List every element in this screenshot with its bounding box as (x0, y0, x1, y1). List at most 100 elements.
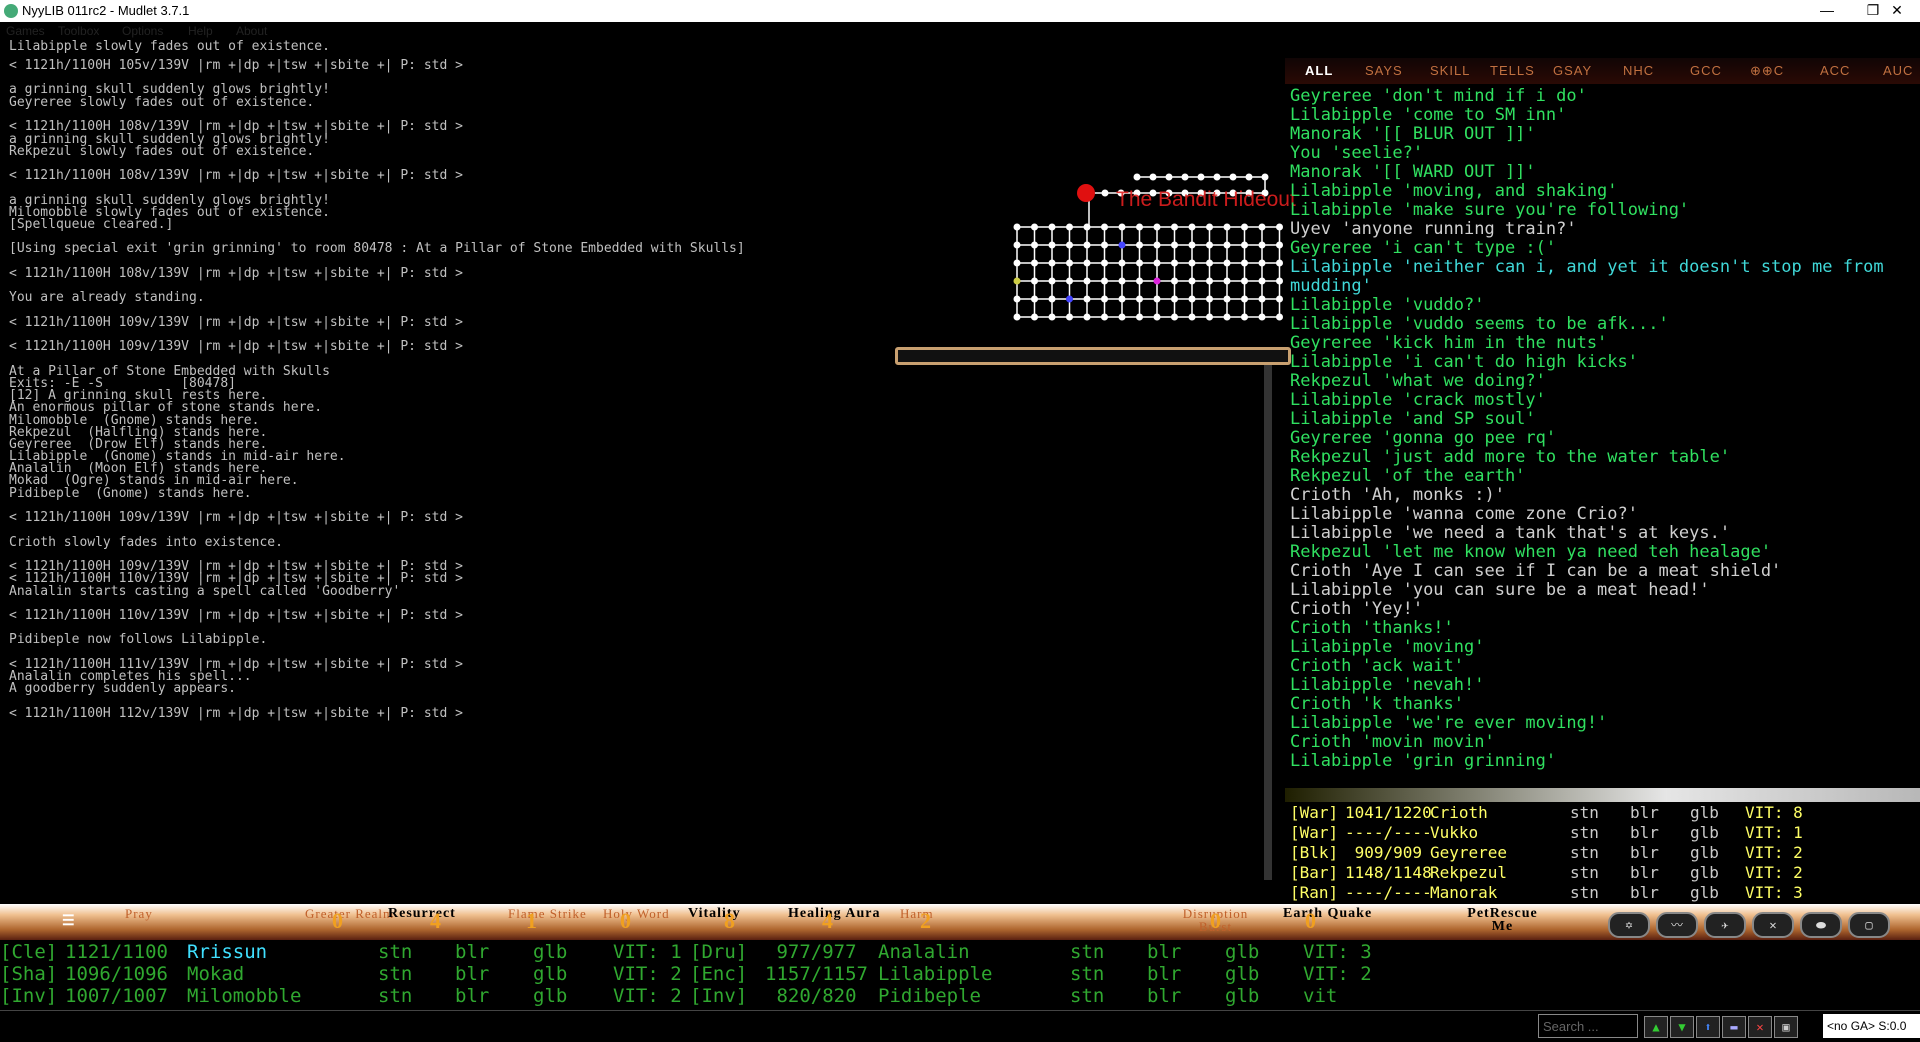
map-room[interactable] (1118, 277, 1126, 285)
map-room[interactable] (1188, 313, 1196, 321)
map-room[interactable] (1188, 223, 1196, 231)
map-room[interactable] (1241, 241, 1248, 249)
cancel-icon[interactable]: ✕ (1752, 912, 1794, 938)
map-room[interactable] (1241, 277, 1248, 285)
minimize-button[interactable]: — (1804, 0, 1850, 22)
menu-options[interactable]: Options (122, 24, 163, 38)
map-room[interactable] (1136, 259, 1143, 267)
chat-tab-gsay[interactable]: GSAY (1553, 63, 1592, 78)
map-room[interactable] (1153, 259, 1161, 267)
map-room[interactable] (1229, 173, 1237, 181)
map-room[interactable] (1101, 313, 1108, 321)
map-room[interactable] (1241, 295, 1248, 303)
map-room[interactable] (1153, 223, 1161, 231)
pentagram-icon[interactable]: ✡ (1608, 912, 1650, 938)
chat-tab-all[interactable]: ALL (1305, 63, 1333, 78)
map-room[interactable] (1133, 173, 1141, 181)
map-room[interactable] (1276, 277, 1283, 285)
map-room[interactable] (1223, 295, 1231, 303)
map-room[interactable] (1066, 313, 1073, 321)
map-room[interactable] (1206, 241, 1213, 249)
skill-button[interactable]: Holy Word (603, 907, 670, 920)
map-room[interactable] (1153, 277, 1161, 285)
map-room[interactable] (1258, 277, 1266, 285)
map-room[interactable] (1241, 313, 1248, 321)
skill-button[interactable]: Earth Quake (1283, 907, 1372, 921)
chat-tab-gcc[interactable]: GCC (1690, 63, 1722, 78)
chat-tab-nhc[interactable]: NHC (1623, 63, 1654, 78)
map-room[interactable] (1276, 259, 1283, 267)
map-room[interactable] (1066, 241, 1073, 249)
map-room[interactable] (1013, 277, 1021, 285)
map-room[interactable] (1083, 313, 1091, 321)
timestamp-icon[interactable]: ▬ (1722, 1016, 1746, 1038)
skill-button[interactable]: Healing Aura (788, 907, 881, 921)
map-room[interactable] (1276, 313, 1283, 321)
map-room[interactable] (1083, 277, 1091, 285)
skill-button[interactable]: PetRescue Me (1455, 907, 1550, 934)
map-room[interactable] (1048, 223, 1056, 231)
map-room[interactable] (1241, 259, 1248, 267)
chat-tab-acc[interactable]: ACC (1820, 63, 1850, 78)
map-room[interactable] (1031, 277, 1038, 285)
map-room[interactable] (1066, 259, 1073, 267)
map-room[interactable] (1031, 223, 1038, 231)
search-down-icon[interactable]: ▼ (1670, 1016, 1694, 1038)
map-room[interactable] (1118, 259, 1126, 267)
map-room[interactable] (1048, 277, 1056, 285)
menu-help[interactable]: Help (188, 24, 213, 38)
map-room[interactable] (1031, 295, 1038, 303)
chat-tab-tells[interactable]: TELLS (1490, 63, 1535, 78)
upload-icon[interactable]: ⬆ (1696, 1016, 1720, 1038)
chat-window[interactable]: Geyreree 'don't mind if i do' Lilabipple … (1285, 84, 1920, 774)
skill-button[interactable]: Flame Strike (508, 907, 587, 920)
skill-button[interactable]: Greater Realm (305, 907, 394, 920)
chat-tab-skill[interactable]: SKILL (1430, 63, 1470, 78)
map-room[interactable] (1136, 313, 1143, 321)
map-room[interactable] (1171, 241, 1178, 249)
map-room[interactable] (1101, 295, 1108, 303)
menu-games[interactable]: Games (6, 24, 45, 38)
map-room[interactable] (1165, 173, 1173, 181)
map-room[interactable] (1101, 189, 1109, 197)
map-room[interactable] (1241, 223, 1248, 231)
map-room[interactable] (1118, 223, 1126, 231)
map-room[interactable] (1013, 295, 1021, 303)
map-room[interactable] (1206, 223, 1213, 231)
map-room[interactable] (1171, 259, 1178, 267)
map-room[interactable] (1066, 223, 1073, 231)
map-room[interactable] (1276, 241, 1283, 249)
map-room[interactable] (1258, 313, 1266, 321)
search-up-icon[interactable]: ▲ (1644, 1016, 1668, 1038)
menu-about[interactable]: About (236, 24, 267, 38)
map-room[interactable] (1153, 241, 1161, 249)
close-log-icon[interactable]: ✕ (1748, 1016, 1772, 1038)
map-room[interactable] (1245, 173, 1253, 181)
map-room[interactable] (1101, 277, 1108, 285)
map-room[interactable] (1083, 295, 1091, 303)
map-room[interactable] (1101, 241, 1108, 249)
record-icon[interactable]: ▣ (1774, 1016, 1798, 1038)
map-room[interactable] (1171, 277, 1178, 285)
map-room[interactable] (1206, 259, 1213, 267)
main-scrollbar[interactable] (1264, 360, 1272, 880)
map-room[interactable] (1181, 173, 1189, 181)
map-room[interactable] (1276, 295, 1283, 303)
map-room[interactable] (1013, 259, 1021, 267)
map-room[interactable] (1118, 295, 1126, 303)
map-room[interactable] (1066, 295, 1073, 303)
map-room[interactable] (1171, 223, 1178, 231)
map-room[interactable] (1149, 173, 1157, 181)
skill-button[interactable]: Resurrect (388, 907, 456, 921)
map-room[interactable] (1083, 241, 1091, 249)
shield-icon[interactable]: ⬬ (1800, 912, 1842, 938)
map-room[interactable] (1206, 295, 1213, 303)
map-room[interactable] (1013, 313, 1021, 321)
chat-tab-says[interactable]: SAYS (1365, 63, 1403, 78)
map-room[interactable] (1188, 259, 1196, 267)
map-room[interactable] (1171, 313, 1178, 321)
map-room[interactable] (1136, 223, 1143, 231)
map-room[interactable] (1101, 223, 1108, 231)
map-room[interactable] (1118, 313, 1126, 321)
map-room[interactable] (1258, 259, 1266, 267)
